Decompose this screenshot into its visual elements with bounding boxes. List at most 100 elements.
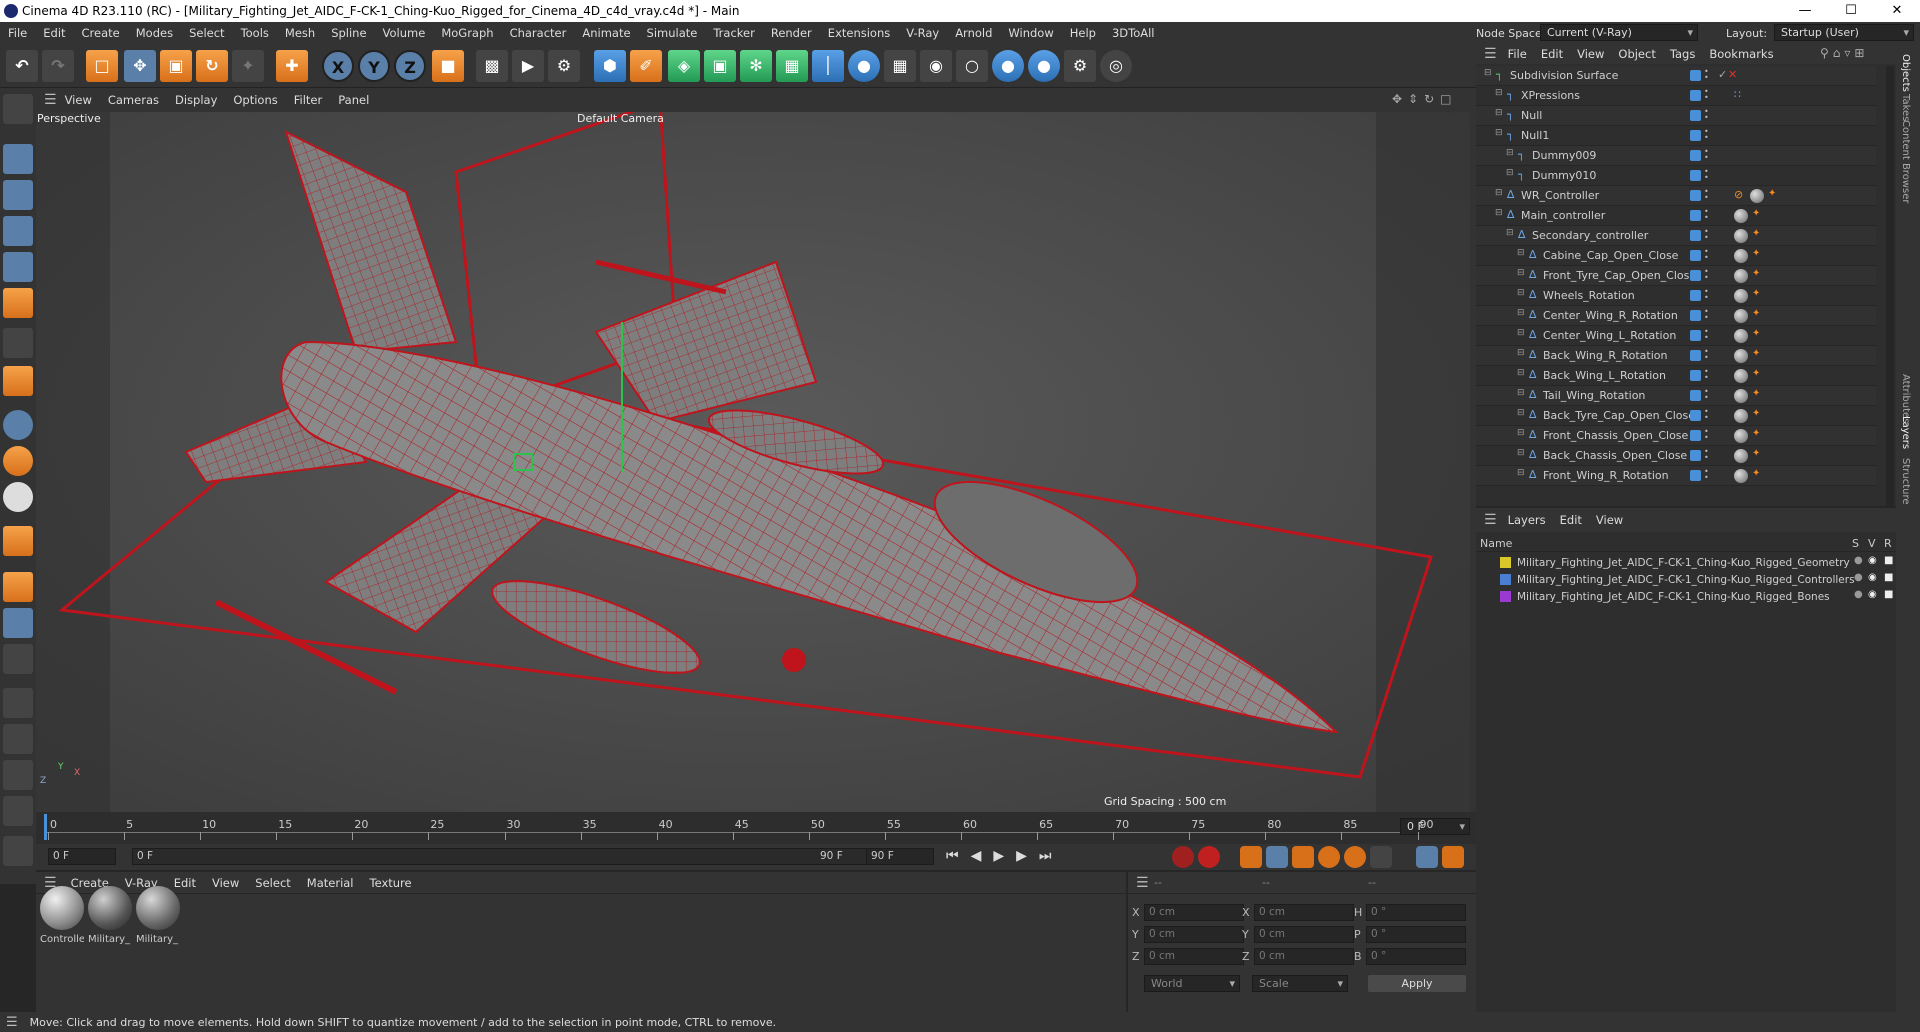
- expression-tag-icon[interactable]: ✦: [1768, 188, 1778, 200]
- grid-icon[interactable]: [3, 608, 33, 638]
- tree-expander-icon[interactable]: ⊟: [1517, 388, 1525, 398]
- visibility-dots-icon[interactable]: • •: [1704, 288, 1709, 302]
- menu-edit[interactable]: Edit: [35, 26, 73, 40]
- visibility-dots-icon[interactable]: • •: [1704, 148, 1709, 162]
- key-position-icon[interactable]: [1266, 846, 1288, 868]
- tree-expander-icon[interactable]: ⊟: [1517, 288, 1525, 298]
- axis-mode-icon[interactable]: [3, 366, 33, 396]
- object-row[interactable]: ⊟ ∆ Wheels_Rotation • • ✦: [1476, 286, 1876, 306]
- tree-expander-icon[interactable]: ⊟: [1517, 248, 1525, 258]
- tree-expander-icon[interactable]: ⊟: [1517, 428, 1525, 438]
- object-row[interactable]: ⊟ ∆ Cabine_Cap_Open_Close • • ✦: [1476, 246, 1876, 266]
- visibility-dots-icon[interactable]: • •: [1704, 68, 1709, 82]
- polygons-mode-icon[interactable]: [3, 288, 33, 318]
- material-swatch[interactable]: [40, 886, 84, 930]
- material-tag-icon[interactable]: [1734, 329, 1748, 343]
- layer-color-swatch[interactable]: [1690, 370, 1701, 381]
- menu-v-ray[interactable]: V-Ray: [898, 26, 947, 40]
- expression-tag-icon[interactable]: ✦: [1752, 308, 1762, 320]
- tree-expander-icon[interactable]: ⊟: [1517, 328, 1525, 338]
- object-menu-view[interactable]: View: [1570, 47, 1611, 61]
- viewport-menu-view[interactable]: View: [57, 93, 100, 107]
- keyframe-selection-icon[interactable]: [1240, 846, 1262, 868]
- viewport-nav-icons[interactable]: ✥⇕↻□: [1392, 92, 1458, 106]
- perspective-viewport[interactable]: Perspective Default Camera Grid Spacing …: [36, 112, 1470, 812]
- check-icon[interactable]: ✓: [1718, 68, 1727, 81]
- object-panel-menu-icon[interactable]: ☰: [1484, 46, 1497, 62]
- render-picture-viewer-icon[interactable]: ▶: [512, 50, 544, 82]
- render-view-icon[interactable]: ▩: [476, 50, 508, 82]
- object-scrollbar[interactable]: [1886, 66, 1894, 506]
- tree-expander-icon[interactable]: ⊟: [1517, 268, 1525, 278]
- layer-solo-icon[interactable]: ●: [1854, 589, 1863, 600]
- layer-solo-icon[interactable]: ●: [1854, 555, 1863, 566]
- layer-color-swatch[interactable]: [1690, 290, 1701, 301]
- layer-color-swatch[interactable]: [1690, 70, 1701, 81]
- eye-icon[interactable]: ◉: [1868, 589, 1877, 600]
- workplane-icon[interactable]: [3, 572, 33, 602]
- side-tab-layers[interactable]: Layers: [1900, 416, 1911, 449]
- menu-simulate[interactable]: Simulate: [639, 26, 706, 40]
- scale-tool-icon[interactable]: ▣: [160, 50, 192, 82]
- tree-expander-icon[interactable]: ⊟: [1495, 128, 1503, 138]
- layer-color-swatch[interactable]: [1500, 557, 1511, 568]
- viewport-menu-filter[interactable]: Filter: [286, 93, 330, 107]
- menu-file[interactable]: File: [0, 26, 35, 40]
- visibility-dots-icon[interactable]: • •: [1704, 268, 1709, 282]
- visibility-dots-icon[interactable]: • •: [1704, 168, 1709, 182]
- layer-color-swatch[interactable]: [1690, 110, 1701, 121]
- object-row[interactable]: ⊟ ∆ Back_Tyre_Cap_Open_Close • • ✦: [1476, 406, 1876, 426]
- material-tag-icon[interactable]: [1734, 349, 1748, 363]
- material-swatch[interactable]: [88, 886, 132, 930]
- tree-expander-icon[interactable]: ⊟: [1495, 108, 1503, 118]
- material-tag-icon[interactable]: [1734, 409, 1748, 423]
- layer-menu-edit[interactable]: Edit: [1553, 513, 1589, 527]
- maximize-button[interactable]: ☐: [1828, 0, 1874, 22]
- material-tag-icon[interactable]: [1734, 269, 1748, 283]
- object-row[interactable]: ⊟ ∆ Center_Wing_L_Rotation • • ✦: [1476, 326, 1876, 346]
- layer-color-swatch[interactable]: [1690, 350, 1701, 361]
- layer-row[interactable]: Military_Fighting_Jet_AIDC_F-CK-1_Ching-…: [1476, 588, 1896, 605]
- playback-controls[interactable]: ⏮◀▶▶⏭: [946, 848, 1064, 864]
- deformer-icon[interactable]: │: [812, 50, 844, 82]
- python-icon[interactable]: ●: [992, 50, 1024, 82]
- material-tag-icon[interactable]: [1734, 289, 1748, 303]
- tree-expander-icon[interactable]: ⊟: [1517, 468, 1525, 478]
- expression-tag-icon[interactable]: ✦: [1752, 268, 1762, 280]
- visibility-dots-icon[interactable]: • •: [1704, 228, 1709, 242]
- minimize-button[interactable]: —: [1782, 0, 1828, 22]
- viewport-menu-panel[interactable]: Panel: [330, 93, 377, 107]
- object-row[interactable]: ⊟ ∆ Back_Wing_L_Rotation • • ✦: [1476, 366, 1876, 386]
- object-row[interactable]: ⊟ ∆ WR_Controller • • ⊘ ✦: [1476, 186, 1876, 206]
- material-tag-icon[interactable]: [1734, 449, 1748, 463]
- tree-expander-icon[interactable]: ⊟: [1517, 368, 1525, 378]
- render-settings-icon[interactable]: ⚙: [548, 50, 580, 82]
- globe-icon[interactable]: ◎: [1100, 50, 1132, 82]
- brush-icon[interactable]: [3, 760, 33, 790]
- subdivision-surface-icon[interactable]: ◈: [668, 50, 700, 82]
- extrude-generator-icon[interactable]: ▣: [704, 50, 736, 82]
- object-row[interactable]: ⊟ ∆ Front_Wing_R_Rotation • • ✦: [1476, 466, 1876, 486]
- coord-rot-field[interactable]: 0 °: [1366, 926, 1466, 943]
- object-row[interactable]: ⊟ ∆ Secondary_controller • • ✦: [1476, 226, 1876, 246]
- sculpt-icon[interactable]: [3, 688, 33, 718]
- expression-tag-icon[interactable]: ✦: [1752, 388, 1762, 400]
- visibility-dots-icon[interactable]: • •: [1704, 468, 1709, 482]
- layer-color-swatch[interactable]: [1690, 450, 1701, 461]
- coord-size-field[interactable]: 0 cm: [1254, 926, 1354, 943]
- uv-mode-icon[interactable]: [3, 328, 33, 358]
- workplane-snap-icon[interactable]: [3, 482, 33, 512]
- magnet-icon[interactable]: [3, 796, 33, 826]
- visibility-dots-icon[interactable]: • •: [1704, 408, 1709, 422]
- menu-extensions[interactable]: Extensions: [820, 26, 898, 40]
- expression-tag-icon[interactable]: ✦: [1752, 208, 1762, 220]
- layer-color-swatch[interactable]: [1690, 250, 1701, 261]
- scheme-icon[interactable]: [1416, 846, 1438, 868]
- camera-icon[interactable]: ◉: [920, 50, 952, 82]
- axis-z-toggle[interactable]: Z: [394, 50, 426, 82]
- tree-expander-icon[interactable]: ⊟: [1517, 408, 1525, 418]
- light-icon[interactable]: ○: [956, 50, 988, 82]
- visibility-dots-icon[interactable]: • •: [1704, 248, 1709, 262]
- panel-menu-icon[interactable]: ☰: [44, 92, 57, 108]
- coord-pos-field[interactable]: 0 cm: [1144, 948, 1244, 965]
